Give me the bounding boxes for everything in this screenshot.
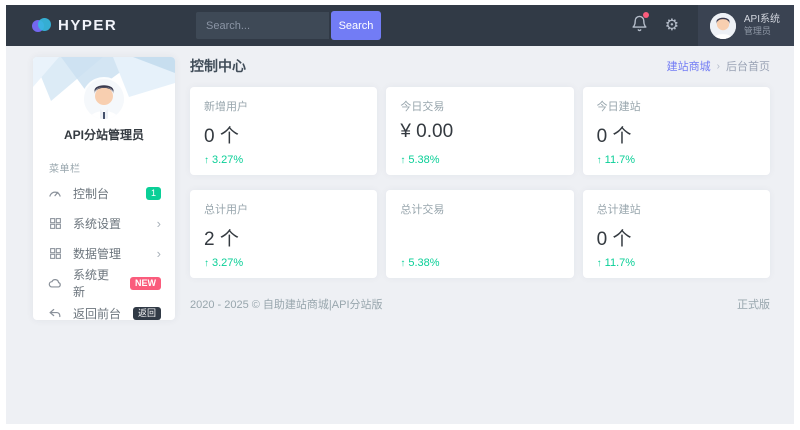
- sidebar-item-back-to-front[interactable]: 返回前台 返回: [33, 298, 175, 320]
- sidebar-item-system-settings[interactable]: 系统设置 ›: [33, 208, 175, 238]
- breadcrumb-separator-icon: ›: [717, 61, 720, 72]
- dashboard-page: HYPER Search ⚙: [0, 0, 800, 430]
- stat-delta-value: 5.38%: [408, 154, 439, 166]
- footer-version: 正式版: [737, 296, 770, 312]
- breadcrumb-parent-link[interactable]: 建站商城: [667, 58, 711, 74]
- stat-cards-grid: 新增用户 0 个 ↑ 3.27% 今日交易 ¥ 0.00 ↑ 5.38%: [190, 87, 770, 278]
- sidebar-item-dashboard[interactable]: 控制台 1: [33, 178, 175, 208]
- stat-delta: ↑ 3.27%: [204, 154, 363, 166]
- user-menu[interactable]: API系统 管理员: [698, 5, 794, 46]
- stat-delta-value: 3.27%: [212, 154, 243, 166]
- grid-icon: [47, 245, 63, 261]
- sidebar-item-label: 系统更新: [73, 266, 120, 300]
- dashboard-count-badge: 1: [146, 187, 161, 200]
- stat-label: 今日交易: [400, 98, 559, 114]
- stat-label: 总计用户: [204, 201, 363, 217]
- user-name-line1: API系统: [744, 14, 780, 27]
- top-navbar: HYPER Search ⚙: [6, 5, 794, 46]
- topbar-search: Search: [196, 11, 381, 40]
- stat-delta-value: 5.38%: [408, 257, 439, 269]
- footer: 2020 - 2025 © 自助建站商城|API分站版 正式版: [190, 296, 770, 312]
- new-badge: NEW: [130, 277, 161, 290]
- stat-value: [400, 224, 559, 248]
- cloud-icon: [47, 275, 63, 291]
- gear-icon: ⚙: [665, 17, 679, 34]
- page-title: 控制中心: [190, 56, 246, 76]
- footer-copyright: 2020 - 2025 © 自助建站商城|API分站版: [190, 296, 383, 312]
- user-name-line2: 管理员: [744, 26, 780, 37]
- brand-logo[interactable]: HYPER: [6, 17, 166, 34]
- sidebar-item-system-update[interactable]: 系统更新 NEW: [33, 268, 175, 298]
- stat-label: 总计建站: [597, 201, 756, 217]
- brand-name: HYPER: [58, 17, 117, 34]
- stat-value: 0 个: [204, 121, 363, 145]
- stat-label: 新增用户: [204, 98, 363, 114]
- stat-delta-value: 11.7%: [605, 154, 635, 166]
- sidebar-menu: 控制台 1 系统设置 ›: [33, 178, 175, 320]
- stat-value: 0 个: [597, 224, 756, 248]
- profile-name: API分站管理员: [33, 126, 175, 143]
- stat-card-today-sites: 今日建站 0 个 ↑ 11.7%: [583, 87, 770, 175]
- breadcrumb: 建站商城 › 后台首页: [667, 58, 770, 74]
- stat-value: ¥ 0.00: [400, 121, 559, 145]
- search-button[interactable]: Search: [331, 11, 381, 40]
- user-name: API系统 管理员: [744, 14, 780, 38]
- stat-card-total-sites: 总计建站 0 个 ↑ 11.7%: [583, 190, 770, 278]
- stat-value: 0 个: [597, 121, 756, 145]
- stat-delta: ↑ 3.27%: [204, 257, 363, 269]
- arrow-up-icon: ↑: [400, 258, 405, 269]
- grid-icon: [47, 215, 63, 231]
- chevron-right-icon: ›: [157, 247, 161, 260]
- arrow-up-icon: ↑: [204, 258, 209, 269]
- gauge-icon: [47, 185, 63, 201]
- sidebar-item-label: 控制台: [73, 185, 136, 202]
- back-arrow-icon: [47, 305, 63, 320]
- stat-card-total-users: 总计用户 2 个 ↑ 3.27%: [190, 190, 377, 278]
- notifications-button[interactable]: [624, 15, 656, 37]
- search-input[interactable]: [196, 12, 329, 39]
- main-panel: 控制中心 建站商城 › 后台首页 新增用户 0 个 ↑ 3.27%: [190, 56, 770, 312]
- stat-label: 今日建站: [597, 98, 756, 114]
- profile-avatar: [84, 79, 124, 119]
- settings-button[interactable]: ⚙: [656, 17, 688, 35]
- sidebar-item-label: 返回前台: [73, 305, 123, 321]
- return-badge: 返回: [133, 307, 161, 320]
- stat-value: 2 个: [204, 224, 363, 248]
- menu-section-label: 菜单栏: [49, 160, 175, 175]
- page-header: 控制中心 建站商城 › 后台首页: [190, 56, 770, 76]
- sidebar-item-data-management[interactable]: 数据管理 ›: [33, 238, 175, 268]
- content-area: API分站管理员 菜单栏 控制台 1: [6, 46, 794, 424]
- stat-delta: ↑ 5.38%: [400, 154, 559, 166]
- user-avatar: [710, 13, 736, 39]
- arrow-up-icon: ↑: [400, 155, 405, 166]
- stat-card-today-trades: 今日交易 ¥ 0.00 ↑ 5.38%: [386, 87, 573, 175]
- stat-delta: ↑ 11.7%: [597, 154, 756, 166]
- sidebar-item-label: 系统设置: [73, 215, 147, 232]
- arrow-up-icon: ↑: [597, 258, 602, 269]
- brand-logo-icon: [32, 17, 51, 34]
- arrow-up-icon: ↑: [204, 155, 209, 166]
- sidebar-item-label: 数据管理: [73, 245, 147, 262]
- stat-card-new-users: 新增用户 0 个 ↑ 3.27%: [190, 87, 377, 175]
- stat-delta: ↑ 5.38%: [400, 257, 559, 269]
- stat-delta-value: 11.7%: [605, 257, 635, 269]
- stat-delta: ↑ 11.7%: [597, 257, 756, 269]
- stat-label: 总计交易: [400, 201, 559, 217]
- stat-delta-value: 3.27%: [212, 257, 243, 269]
- breadcrumb-current: 后台首页: [726, 58, 770, 74]
- notification-dot: [643, 12, 649, 18]
- stat-card-total-trades: 总计交易 ↑ 5.38%: [386, 190, 573, 278]
- arrow-up-icon: ↑: [597, 155, 602, 166]
- chevron-right-icon: ›: [157, 217, 161, 230]
- sidebar-card: API分站管理员 菜单栏 控制台 1: [33, 57, 175, 320]
